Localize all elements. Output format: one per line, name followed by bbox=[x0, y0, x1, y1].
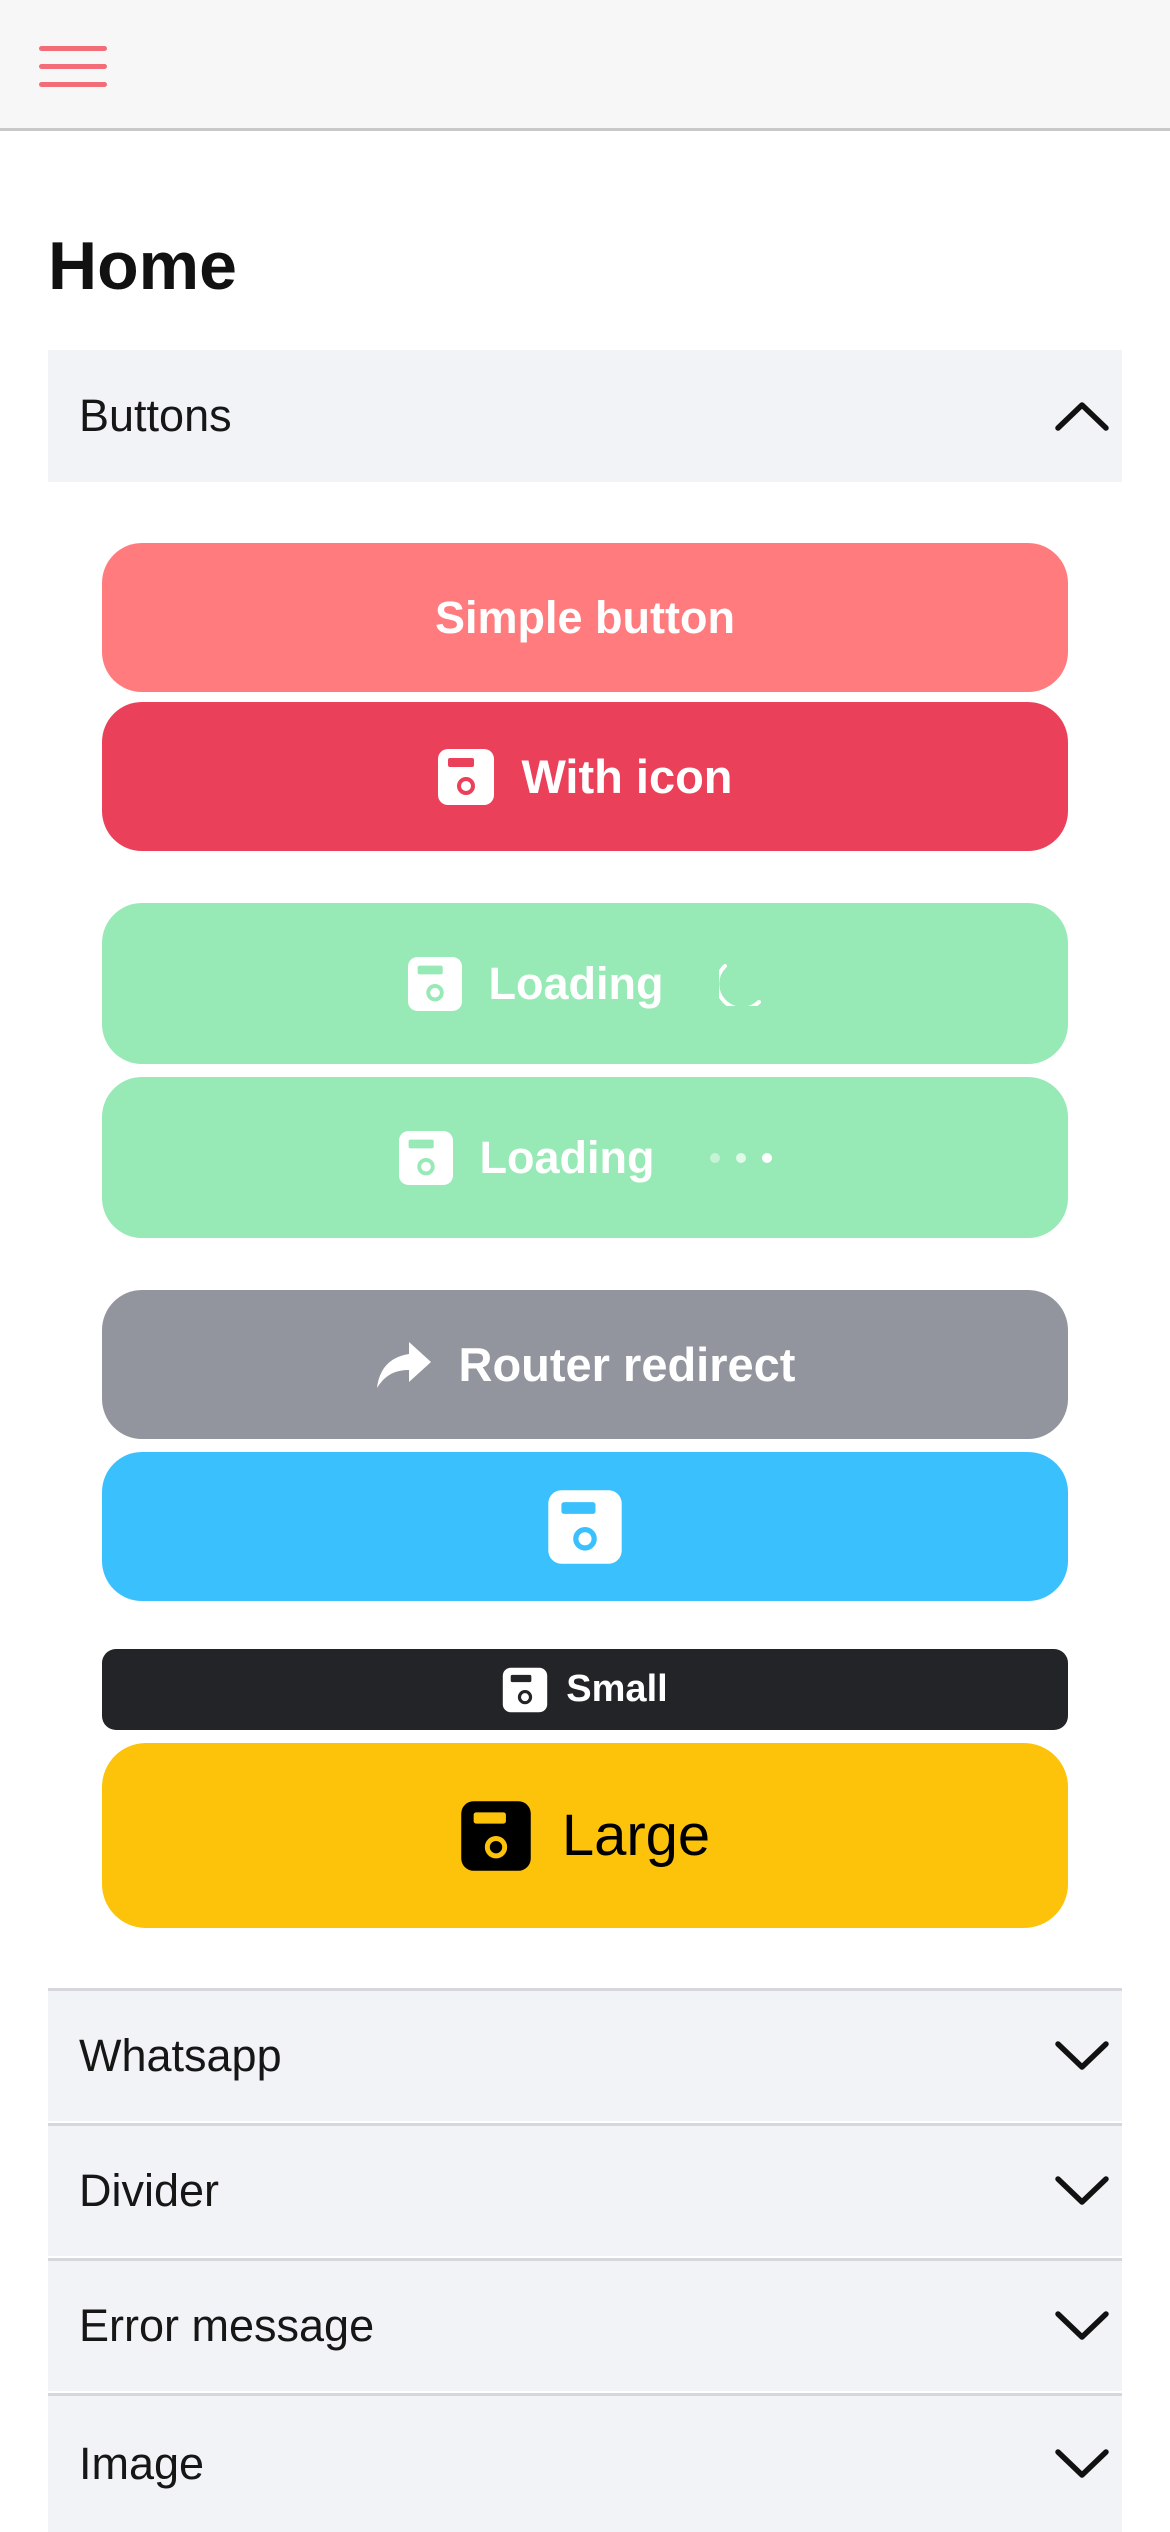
button-label: Loading bbox=[488, 957, 664, 1009]
accordion-item-whatsapp[interactable]: Whatsapp bbox=[48, 1988, 1122, 2121]
accordion-item-image[interactable]: Image bbox=[48, 2393, 1122, 2532]
top-bar bbox=[0, 0, 1170, 131]
accordion-item-divider[interactable]: Divider bbox=[48, 2123, 1122, 2256]
button-label: With icon bbox=[521, 750, 733, 803]
chevron-up-icon bbox=[1055, 402, 1109, 431]
share-arrow-icon bbox=[376, 1341, 431, 1388]
accordion-label: Buttons bbox=[79, 390, 232, 441]
router-redirect-button[interactable]: Router redirect bbox=[102, 1290, 1068, 1439]
accordion-header-buttons[interactable]: Buttons bbox=[48, 350, 1122, 482]
chevron-down-icon bbox=[1055, 2041, 1109, 2070]
spinner-icon bbox=[719, 963, 762, 1006]
accordion-label: Image bbox=[79, 2438, 205, 2489]
chevron-down-icon bbox=[1055, 2176, 1109, 2205]
hamburger-menu-icon[interactable] bbox=[30, 30, 116, 104]
save-icon bbox=[461, 1800, 531, 1871]
loading-dots-button[interactable]: Loading bbox=[102, 1077, 1068, 1238]
with-icon-button[interactable]: With icon bbox=[102, 702, 1068, 851]
large-button[interactable]: Large bbox=[102, 1743, 1068, 1928]
button-label: Router redirect bbox=[458, 1338, 796, 1391]
accordion-label: Whatsapp bbox=[79, 2030, 282, 2081]
accordion-label: Error message bbox=[79, 2300, 375, 2351]
loading-spinner-button[interactable]: Loading bbox=[102, 903, 1068, 1064]
accordion-label: Divider bbox=[79, 2165, 220, 2216]
button-label: Simple button bbox=[435, 591, 735, 643]
simple-button[interactable]: Simple button bbox=[102, 543, 1068, 692]
loading-dots-icon bbox=[710, 1152, 773, 1163]
chevron-down-icon bbox=[1055, 2311, 1109, 2340]
small-button[interactable]: Small bbox=[102, 1649, 1068, 1730]
save-icon bbox=[438, 748, 495, 805]
page-title: Home bbox=[48, 228, 237, 304]
icon-only-button[interactable] bbox=[102, 1452, 1068, 1601]
button-label: Loading bbox=[479, 1131, 655, 1183]
chevron-down-icon bbox=[1055, 2449, 1109, 2478]
save-icon bbox=[503, 1667, 548, 1712]
save-icon bbox=[548, 1489, 622, 1564]
button-label: Small bbox=[566, 1668, 668, 1710]
accordion-item-error-message[interactable]: Error message bbox=[48, 2258, 1122, 2391]
button-label: Large bbox=[561, 1803, 711, 1868]
save-icon bbox=[407, 956, 462, 1011]
save-icon bbox=[398, 1130, 453, 1185]
